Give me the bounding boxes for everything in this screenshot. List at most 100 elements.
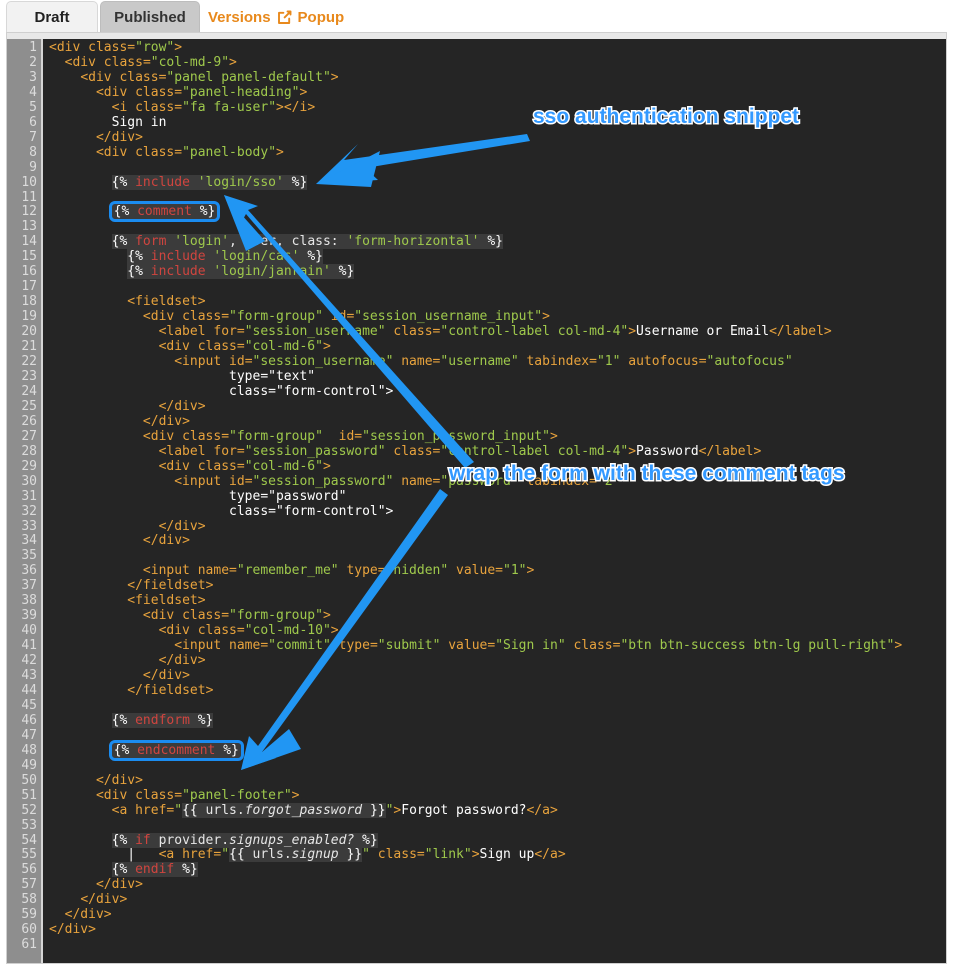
line-number: 50 <box>21 772 37 788</box>
code-line: <div class="panel-footer"> <box>95 787 300 803</box>
code-line: {% endif %} <box>111 862 198 878</box>
code-line: class="form-control"> <box>49 503 394 519</box>
code-line: <div class="form-group"> <box>142 608 331 624</box>
code-line: </div> <box>158 653 206 669</box>
editor-tabbar: Draft Published Versions Popup <box>0 0 958 32</box>
code-line: <i class="fa fa-user"></i> <box>111 99 316 115</box>
line-number: 11 <box>21 189 37 205</box>
code-line: </div> <box>64 907 112 923</box>
code-line: ​ <box>49 699 946 714</box>
code-line: ​ <box>49 938 946 953</box>
code-content[interactable]: <div class="row"> <div class="col-md-9">… <box>45 39 946 963</box>
code-line: <div class="panel-heading"> <box>95 84 308 100</box>
line-number: 10 <box>21 174 37 190</box>
code-line: ​ <box>49 729 946 744</box>
line-number: 27 <box>21 428 37 444</box>
code-line: ​ <box>49 549 946 564</box>
code-line: <input id="session_username" name="usern… <box>174 354 793 370</box>
line-number: 60 <box>21 922 37 938</box>
code-line: </div> <box>142 413 190 429</box>
line-number: 41 <box>21 638 37 654</box>
line-number: 52 <box>21 802 37 818</box>
tab-draft[interactable]: Draft <box>6 1 98 32</box>
code-line: <input name="remember_me" type="hidden" … <box>142 563 535 579</box>
line-number-list: 1 2 3 4 5 6 7 8 9 10 11 12 13 14 15 16 17 18 19 20 21 22 23 24 2… <box>7 39 41 953</box>
line-number: 36 <box>21 563 37 579</box>
versions-popup-link[interactable]: Versions Popup <box>208 6 344 28</box>
line-number: 29 <box>21 458 37 474</box>
code-line: </div> <box>142 668 190 684</box>
line-number: 24 <box>21 383 37 399</box>
code-line: </div> <box>158 398 206 414</box>
code-line: ​ <box>49 819 946 834</box>
code-line: <div class="panel panel-default"> <box>80 69 339 85</box>
line-number: 44 <box>21 682 37 698</box>
line-number: 14 <box>21 234 37 250</box>
code-line: <input name="commit" type="submit" value… <box>174 638 903 654</box>
code-editor[interactable]: 1 2 3 4 5 6 7 8 9 10 11 12 13 14 15 16 17 18 19 20 21 22 23 24 2… <box>6 32 947 964</box>
code-line: {% include 'login/sso' %} <box>111 174 308 190</box>
page-root: Draft Published Versions Popup 123456789… <box>0 0 958 970</box>
versions-label: Versions <box>208 8 271 26</box>
code-line: <div class="row"> <box>49 40 183 55</box>
popup-label: Popup <box>297 8 345 26</box>
highlighted-liquid-tag[interactable]: {% endcomment %} <box>108 739 244 761</box>
line-number: 5 <box>29 99 37 115</box>
line-number-gutter: 1 2 3 4 5 6 7 8 9 10 11 12 13 14 15 16 17 18 19 20 21 22 23 24 2… <box>7 39 43 963</box>
code-line: </fieldset> <box>127 578 214 594</box>
line-number: 22 <box>21 354 37 370</box>
code-line: type="text" <box>49 368 316 384</box>
code-line: <fieldset> <box>127 294 206 310</box>
code-line: ​ <box>49 220 946 235</box>
code-line: ​ <box>49 280 946 295</box>
tab-draft-label: Draft <box>34 8 70 26</box>
code-line: <label for="session_password" class="con… <box>158 443 762 459</box>
line-number: 51 <box>21 787 37 803</box>
external-link-icon <box>276 9 293 26</box>
highlighted-liquid-tag[interactable]: {% comment %} <box>108 201 221 223</box>
code-line: <a href="{{ urls.forgot_password }}">For… <box>111 802 558 818</box>
code-line: </div> <box>158 518 206 534</box>
line-number: 55 <box>21 847 37 863</box>
line-number: 61 <box>21 937 37 953</box>
code-line: <fieldset> <box>127 593 206 609</box>
code-line: <div class="form-group" id="session_pass… <box>142 428 558 444</box>
code-line: {% include 'login/cas' %} <box>127 249 323 265</box>
line-number: 42 <box>21 653 37 669</box>
line-number: 20 <box>21 324 37 340</box>
line-number: 30 <box>21 473 37 489</box>
code-line: </fieldset> <box>127 682 214 698</box>
line-number: 47 <box>21 727 37 743</box>
code-line: Sign in <box>49 114 167 130</box>
code-line: <div class="col-md-6"> <box>158 339 331 355</box>
line-number: 56 <box>21 862 37 878</box>
line-number: 48 <box>21 742 37 758</box>
line-number: 6 <box>29 114 37 130</box>
line-number: 3 <box>29 69 37 85</box>
code-line: </div> <box>80 892 128 908</box>
line-number: 54 <box>21 832 37 848</box>
code-line: type="password" <box>49 488 347 504</box>
line-number: 58 <box>21 892 37 908</box>
line-number: 23 <box>21 368 37 384</box>
code-line: ​ <box>49 759 946 774</box>
line-number: 45 <box>21 697 37 713</box>
line-number: 34 <box>21 533 37 549</box>
line-number: 2 <box>29 54 37 70</box>
code-line: {% if provider.signups_enabled? %} <box>111 832 378 848</box>
code-line: ​ <box>49 161 946 176</box>
code-line: <label for="session_username" class="con… <box>158 324 832 340</box>
tab-published[interactable]: Published <box>100 1 200 32</box>
line-number: 43 <box>21 668 37 684</box>
code-line: <div class="col-md-9"> <box>64 54 237 70</box>
line-number: 32 <box>21 503 37 519</box>
line-number: 12 <box>21 204 37 220</box>
line-number: 15 <box>21 249 37 265</box>
line-number: 21 <box>21 339 37 355</box>
line-number: 19 <box>21 309 37 325</box>
code-line: <div class="form-group" id="session_user… <box>142 309 550 325</box>
code-line: <div class="col-md-6"> <box>158 458 331 474</box>
line-number: 38 <box>21 593 37 609</box>
code-line: | <a href="{{ urls.signup }}" class="lin… <box>49 847 566 863</box>
line-number: 46 <box>21 712 37 728</box>
